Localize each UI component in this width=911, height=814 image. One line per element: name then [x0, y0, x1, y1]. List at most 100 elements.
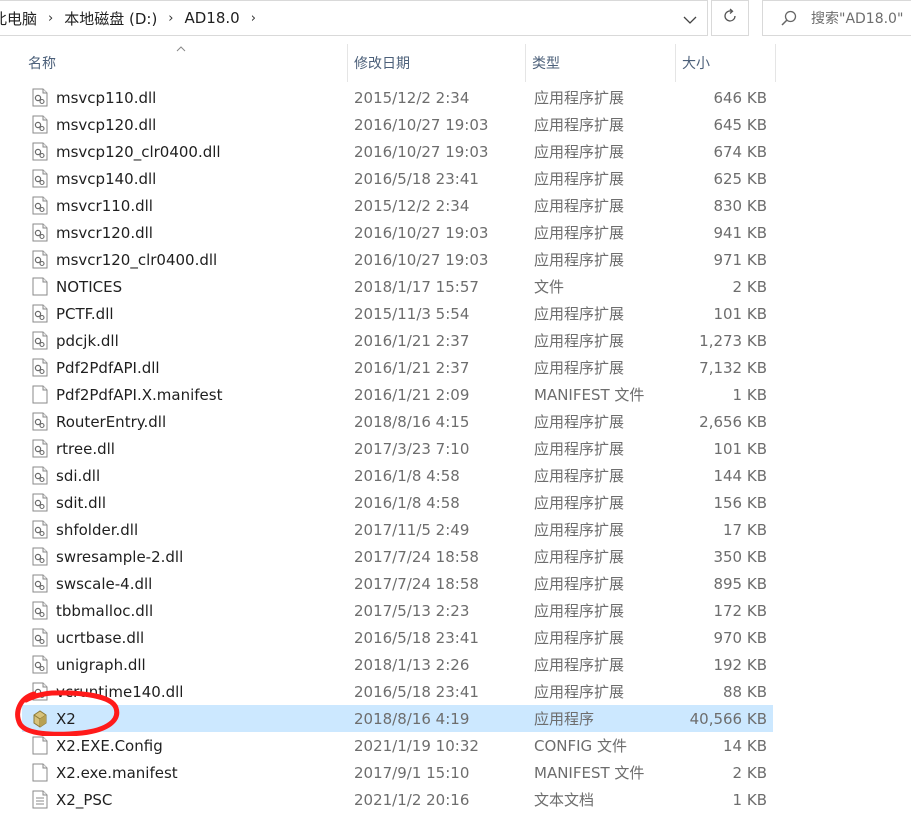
file-type: 应用程序扩展	[534, 521, 625, 539]
dll-file-icon	[32, 574, 48, 593]
dll-file-icon	[32, 331, 48, 350]
file-name: ucrtbase.dll	[56, 628, 145, 647]
file-date: 2018/1/13 2:26	[354, 655, 470, 674]
file-type: 应用程序扩展	[534, 89, 625, 107]
dll-file-icon	[32, 304, 48, 323]
file-row[interactable]: swresample-2.dll 2017/7/24 18:58 应用程序扩展 350…	[22, 543, 773, 570]
file-name: msvcp120.dll	[56, 115, 157, 134]
file-size: 646 KB	[713, 88, 767, 107]
column-header-date[interactable]: 修改日期	[348, 44, 526, 82]
file-size: 192 KB	[713, 655, 767, 674]
dll-file-icon	[32, 682, 48, 701]
file-row[interactable]: swscale-4.dll 2017/7/24 18:58 应用程序扩展 895 KB	[22, 570, 773, 597]
file-name: vcruntime140.dll	[56, 682, 184, 701]
dll-file-icon	[32, 412, 48, 431]
file-size: 895 KB	[713, 574, 767, 593]
file-row[interactable]: pdcjk.dll 2016/1/21 2:37 应用程序扩展 1,273 KB	[22, 327, 773, 354]
file-row[interactable]: X2.exe.manifest 2017/9/1 15:10 MANIFEST 文件…	[22, 759, 773, 786]
file-list: msvcp110.dll 2015/12/2 2:34 应用程序扩展 646 KB ms…	[22, 84, 911, 813]
file-size: 101 KB	[713, 304, 767, 323]
file-type: 应用程序扩展	[534, 224, 625, 242]
file-type: 应用程序扩展	[534, 683, 625, 701]
breadcrumb-this-pc[interactable]: 此电脑	[0, 8, 37, 29]
chevron-down-icon[interactable]	[680, 10, 700, 30]
file-row[interactable]: msvcp110.dll 2015/12/2 2:34 应用程序扩展 646 KB	[22, 84, 773, 111]
column-header-name[interactable]: 名称	[22, 44, 348, 82]
file-name: sdi.dll	[56, 466, 101, 485]
file-row[interactable]: vcruntime140.dll 2016/5/18 23:41 应用程序扩展 88 …	[22, 678, 773, 705]
breadcrumb-drive-d[interactable]: 本地磁盘 (D:)	[64, 8, 157, 29]
dll-file-icon	[32, 115, 48, 134]
column-header-size[interactable]: 大小	[676, 44, 776, 82]
file-size: 1 KB	[732, 790, 767, 809]
file-date: 2016/10/27 19:03	[354, 223, 489, 242]
file-row[interactable]: RouterEntry.dll 2018/8/16 4:15 应用程序扩展 2,656…	[22, 408, 773, 435]
file-row[interactable]: sdit.dll 2016/1/8 4:58 应用程序扩展 156 KB	[22, 489, 773, 516]
file-row[interactable]: X2_PSC 2021/1/2 20:16 文本文档 1 KB	[22, 786, 773, 813]
breadcrumb-separator-icon[interactable]: ›	[251, 11, 256, 26]
file-row[interactable]: unigraph.dll 2018/1/13 2:26 应用程序扩展 192 KB	[22, 651, 773, 678]
file-row[interactable]: msvcp140.dll 2016/5/18 23:41 应用程序扩展 625 KB	[22, 165, 773, 192]
file-row[interactable]: X2 2018/8/16 4:19 应用程序 40,566 KB	[22, 705, 773, 732]
file-name: sdit.dll	[56, 493, 107, 512]
file-row[interactable]: NOTICES 2018/1/17 15:57 文件 2 KB	[22, 273, 773, 300]
refresh-button[interactable]	[711, 0, 749, 36]
file-type: 应用程序扩展	[534, 575, 625, 593]
address-bar[interactable]: 此电脑 › 本地磁盘 (D:) › AD18.0 ›	[0, 0, 708, 36]
file-date: 2017/5/13 2:23	[354, 601, 470, 620]
file-date: 2016/5/18 23:41	[354, 682, 479, 701]
dll-file-icon	[32, 88, 48, 107]
file-size: 830 KB	[713, 196, 767, 215]
file-row[interactable]: msvcp120.dll 2016/10/27 19:03 应用程序扩展 645 KB	[22, 111, 773, 138]
file-date: 2017/11/5 2:49	[354, 520, 470, 539]
file-type: 应用程序	[534, 710, 595, 728]
file-name: tbbmalloc.dll	[56, 601, 154, 620]
file-date: 2018/8/16 4:19	[354, 709, 470, 728]
file-date: 2016/5/18 23:41	[354, 169, 479, 188]
file-row[interactable]: Pdf2PdfAPI.X.manifest 2016/1/21 2:09 MANIF…	[22, 381, 773, 408]
column-header-type[interactable]: 类型	[526, 44, 676, 82]
file-date: 2015/12/2 2:34	[354, 88, 470, 107]
file-row[interactable]: msvcr120_clr0400.dll 2016/10/27 19:03 应用程序…	[22, 246, 773, 273]
file-size: 40,566 KB	[689, 709, 767, 728]
file-type: MANIFEST 文件	[534, 386, 645, 404]
file-type: 应用程序扩展	[534, 656, 625, 674]
file-type: 应用程序扩展	[534, 359, 625, 377]
breadcrumb-separator-icon[interactable]: ›	[48, 11, 53, 26]
file-row[interactable]: ucrtbase.dll 2016/5/18 23:41 应用程序扩展 970 KB	[22, 624, 773, 651]
dll-file-icon	[32, 466, 48, 485]
file-size: 1 KB	[732, 385, 767, 404]
file-row[interactable]: PCTF.dll 2015/11/3 5:54 应用程序扩展 101 KB	[22, 300, 773, 327]
dll-file-icon	[32, 223, 48, 242]
file-date: 2017/3/23 7:10	[354, 439, 470, 458]
file-row[interactable]: Pdf2PdfAPI.dll 2016/1/21 2:37 应用程序扩展 7,132 …	[22, 354, 773, 381]
address-bar-row: 此电脑 › 本地磁盘 (D:) › AD18.0 › 搜索"AD18.0"	[0, 0, 911, 37]
file-row[interactable]: msvcr110.dll 2015/12/2 2:34 应用程序扩展 830 KB	[22, 192, 773, 219]
breadcrumb-separator-icon[interactable]: ›	[168, 11, 173, 26]
file-date: 2017/7/24 18:58	[354, 547, 479, 566]
dll-file-icon	[32, 493, 48, 512]
file-name: rtree.dll	[56, 439, 115, 458]
file-size: 674 KB	[713, 142, 767, 161]
file-size: 2 KB	[732, 763, 767, 782]
file-name: X2	[56, 709, 76, 728]
file-row[interactable]: tbbmalloc.dll 2017/5/13 2:23 应用程序扩展 172 KB	[22, 597, 773, 624]
file-row[interactable]: X2.EXE.Config 2021/1/19 10:32 CONFIG 文件 14 …	[22, 732, 773, 759]
file-row[interactable]: rtree.dll 2017/3/23 7:10 应用程序扩展 101 KB	[22, 435, 773, 462]
breadcrumb-ad18[interactable]: AD18.0	[185, 9, 240, 27]
file-date: 2016/10/27 19:03	[354, 115, 489, 134]
file-row[interactable]: msvcr120.dll 2016/10/27 19:03 应用程序扩展 941 KB	[22, 219, 773, 246]
search-box[interactable]: 搜索"AD18.0"	[762, 0, 911, 36]
file-row[interactable]: sdi.dll 2016/1/8 4:58 应用程序扩展 144 KB	[22, 462, 773, 489]
file-row[interactable]: shfolder.dll 2017/11/5 2:49 应用程序扩展 17 KB	[22, 516, 773, 543]
file-type: 应用程序扩展	[534, 116, 625, 134]
file-type: MANIFEST 文件	[534, 764, 645, 782]
file-size: 2,656 KB	[699, 412, 767, 431]
file-size: 350 KB	[713, 547, 767, 566]
file-name: NOTICES	[56, 277, 123, 296]
file-row[interactable]: msvcp120_clr0400.dll 2016/10/27 19:03 应用程序…	[22, 138, 773, 165]
search-placeholder[interactable]: 搜索"AD18.0"	[811, 8, 903, 28]
file-type: 应用程序扩展	[534, 494, 625, 512]
app-exe-icon	[32, 709, 48, 728]
file-type: 文件	[534, 278, 565, 296]
